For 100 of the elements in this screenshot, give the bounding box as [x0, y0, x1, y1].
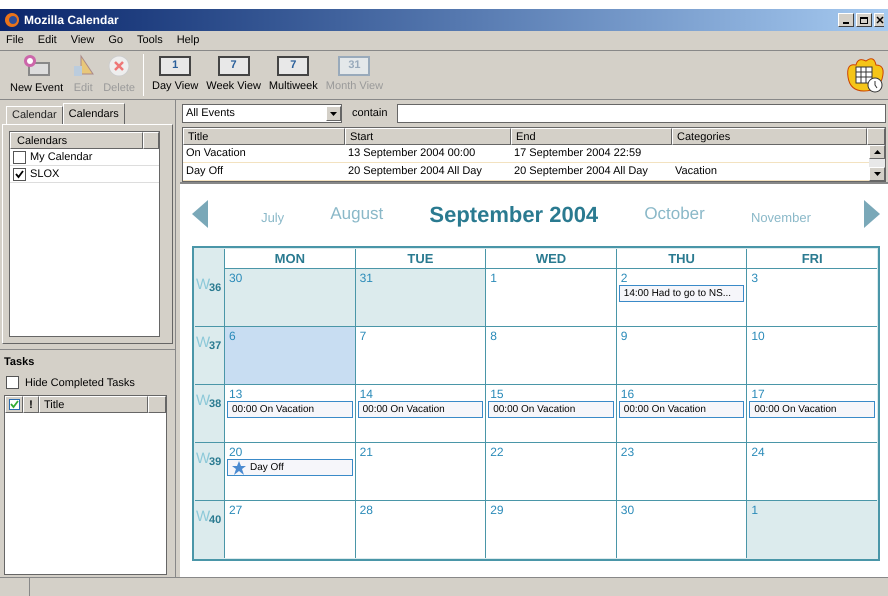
month-link[interactable]: September 2004 [429, 198, 598, 230]
day-cell[interactable]: 20 Day Off [224, 443, 355, 500]
menu-item[interactable]: Tools [137, 32, 163, 49]
toolbar-button[interactable]: 7 Week View [202, 56, 265, 94]
day-cell[interactable]: 14 00:00 On Vacation [354, 385, 486, 442]
day-cell[interactable]: 7 [354, 327, 486, 384]
filter-dropdown[interactable]: All Events [182, 104, 342, 123]
menu-item[interactable]: Go [108, 32, 124, 49]
scroll-up-arrow-icon[interactable] [874, 150, 880, 154]
menu-item[interactable]: Help [176, 32, 200, 49]
calendar-page-icon: 1 [159, 56, 192, 76]
day-cell[interactable]: 15 00:00 On Vacation [485, 385, 616, 442]
day-number: 24 [750, 446, 766, 458]
event-chip[interactable]: 00:00 On Vacation [488, 401, 614, 418]
window-title: Mozilla Calendar [24, 12, 119, 29]
day-cell[interactable]: 29 [485, 501, 616, 558]
app-logo-icon [4, 12, 20, 28]
event-chip[interactable]: 00:00 On Vacation [358, 401, 484, 418]
table-cell-text: 20 September 2004 All Day [513, 164, 649, 180]
day-number: 14 [358, 388, 374, 400]
day-number: 27 [228, 504, 244, 516]
table-cell-text: Vacation [674, 164, 718, 180]
star-icon [232, 460, 246, 474]
day-cell[interactable]: 22 [485, 443, 616, 500]
table-cell-text: 13 September 2004 00:00 [347, 146, 476, 162]
day-cell[interactable]: 3 [746, 269, 877, 326]
event-chip[interactable]: 00:00 On Vacation [749, 401, 875, 418]
column-picker-button[interactable] [148, 396, 166, 413]
day-number: 16 [620, 388, 636, 400]
day-cell[interactable]: 30 [616, 501, 746, 558]
toolbar-button[interactable]: 1 Day View [148, 56, 202, 94]
checkbox[interactable] [6, 376, 19, 390]
next-month-arrow-icon[interactable] [864, 200, 880, 228]
completed-column-header[interactable] [5, 396, 23, 413]
calendar-name[interactable]: SLOX [30, 166, 60, 182]
day-cell[interactable]: 21 [354, 443, 486, 500]
weekday-header: FRI [746, 249, 877, 269]
day-cell[interactable]: 27 [224, 501, 355, 558]
toolbar-button[interactable]: 7 Multiweek [264, 56, 322, 94]
day-number: 9 [620, 330, 628, 342]
calendar-name[interactable]: My Calendar [30, 148, 92, 166]
delete-icon [107, 54, 132, 78]
day-cell[interactable]: 1 [485, 269, 616, 326]
checkbox[interactable] [13, 168, 26, 180]
weekday-header: THU [616, 249, 746, 269]
day-cell[interactable]: 10 [746, 327, 877, 384]
day-number: 23 [620, 446, 636, 458]
toolbar-button[interactable]: New Event [6, 54, 68, 96]
event-chip[interactable]: 14:00 Had to go to NS... [618, 285, 744, 302]
column-header[interactable]: ! [23, 396, 39, 413]
search-field[interactable] [397, 104, 886, 123]
day-cell[interactable]: 9 [616, 327, 746, 384]
event-chip[interactable]: 00:00 On Vacation [618, 401, 744, 418]
weekday-header: MON [224, 249, 355, 269]
day-cell[interactable]: 17 00:00 On Vacation [746, 385, 877, 442]
day-number: 30 [228, 272, 244, 284]
maximize-button[interactable] [856, 13, 872, 27]
event-chip[interactable]: 00:00 On Vacation [227, 401, 353, 418]
column-header[interactable]: Title [39, 396, 148, 413]
checkbox-label[interactable]: Hide Completed Tasks [25, 374, 135, 391]
scroll-down-arrow-icon[interactable] [874, 172, 880, 176]
menu-item[interactable]: File [6, 32, 24, 49]
checkbox[interactable] [13, 150, 26, 164]
day-cell[interactable]: 28 [354, 501, 486, 558]
day-number: 22 [489, 446, 505, 458]
calendar-page-icon: 31 [338, 56, 370, 76]
column-header[interactable]: Title [183, 128, 345, 145]
column-header[interactable]: End [511, 128, 672, 145]
day-cell[interactable]: 23 [616, 443, 746, 500]
column-header[interactable]: Categories [672, 128, 867, 145]
column-picker-button[interactable] [143, 132, 159, 149]
column-picker-button[interactable] [867, 128, 885, 145]
table-cell-text: On Vacation [185, 146, 247, 162]
day-cell[interactable]: 8 [485, 327, 616, 384]
day-number: 28 [358, 504, 374, 516]
scrollbar[interactable] [869, 145, 885, 181]
day-number: 3 [750, 272, 760, 284]
weekday-header: WED [485, 249, 616, 269]
column-header[interactable]: Calendars [10, 132, 143, 149]
day-cell[interactable]: 13 00:00 On Vacation [224, 385, 355, 442]
day-cell[interactable]: 16 00:00 On Vacation [616, 385, 746, 442]
previous-month-arrow-icon[interactable] [192, 200, 208, 228]
event-chip[interactable]: Day Off [227, 459, 353, 476]
column-header[interactable]: Start [345, 128, 511, 145]
day-number: 10 [750, 330, 766, 342]
day-cell[interactable]: 24 [746, 443, 877, 500]
close-button[interactable] [874, 13, 884, 27]
tasks-title: Tasks [4, 355, 36, 370]
day-number: 7 [358, 330, 368, 342]
day-number: 31 [358, 272, 374, 284]
day-number: 21 [358, 446, 374, 458]
sidebar-tab[interactable]: Calendars [62, 103, 125, 124]
table-cell-text: 20 September 2004 All Day [347, 164, 483, 180]
minimize-button[interactable] [838, 13, 854, 27]
day-number: 20 [228, 446, 244, 458]
menu-item[interactable]: View [70, 32, 94, 49]
day-number: 2 [620, 272, 628, 284]
sidebar-tab[interactable]: Calendar [6, 106, 63, 124]
menu-item[interactable]: Edit [38, 32, 57, 49]
day-cell[interactable]: 2 14:00 Had to go to NS... [616, 269, 746, 326]
